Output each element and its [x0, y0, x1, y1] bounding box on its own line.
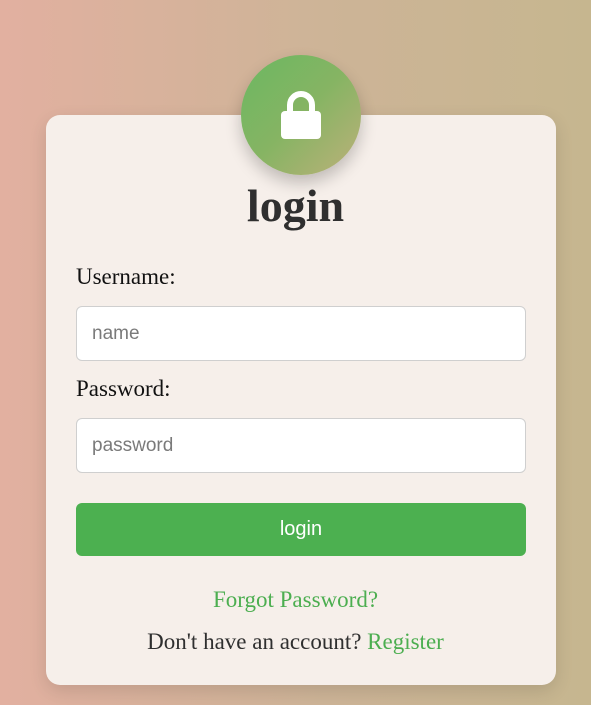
register-link[interactable]: Register: [367, 629, 444, 654]
lock-icon: [281, 91, 321, 139]
login-button[interactable]: login: [76, 503, 526, 556]
lock-badge: [241, 55, 361, 175]
password-label: Password:: [76, 376, 171, 401]
password-input[interactable]: [76, 418, 526, 473]
register-row: Don't have an account? Register: [0, 628, 591, 656]
username-input[interactable]: [76, 306, 526, 361]
forgot-password-link[interactable]: Forgot Password?: [213, 587, 378, 612]
forgot-password-row: Forgot Password?: [0, 586, 591, 614]
no-account-text: Don't have an account?: [147, 629, 368, 654]
page-title: login: [246, 180, 345, 231]
username-label: Username:: [76, 264, 176, 289]
